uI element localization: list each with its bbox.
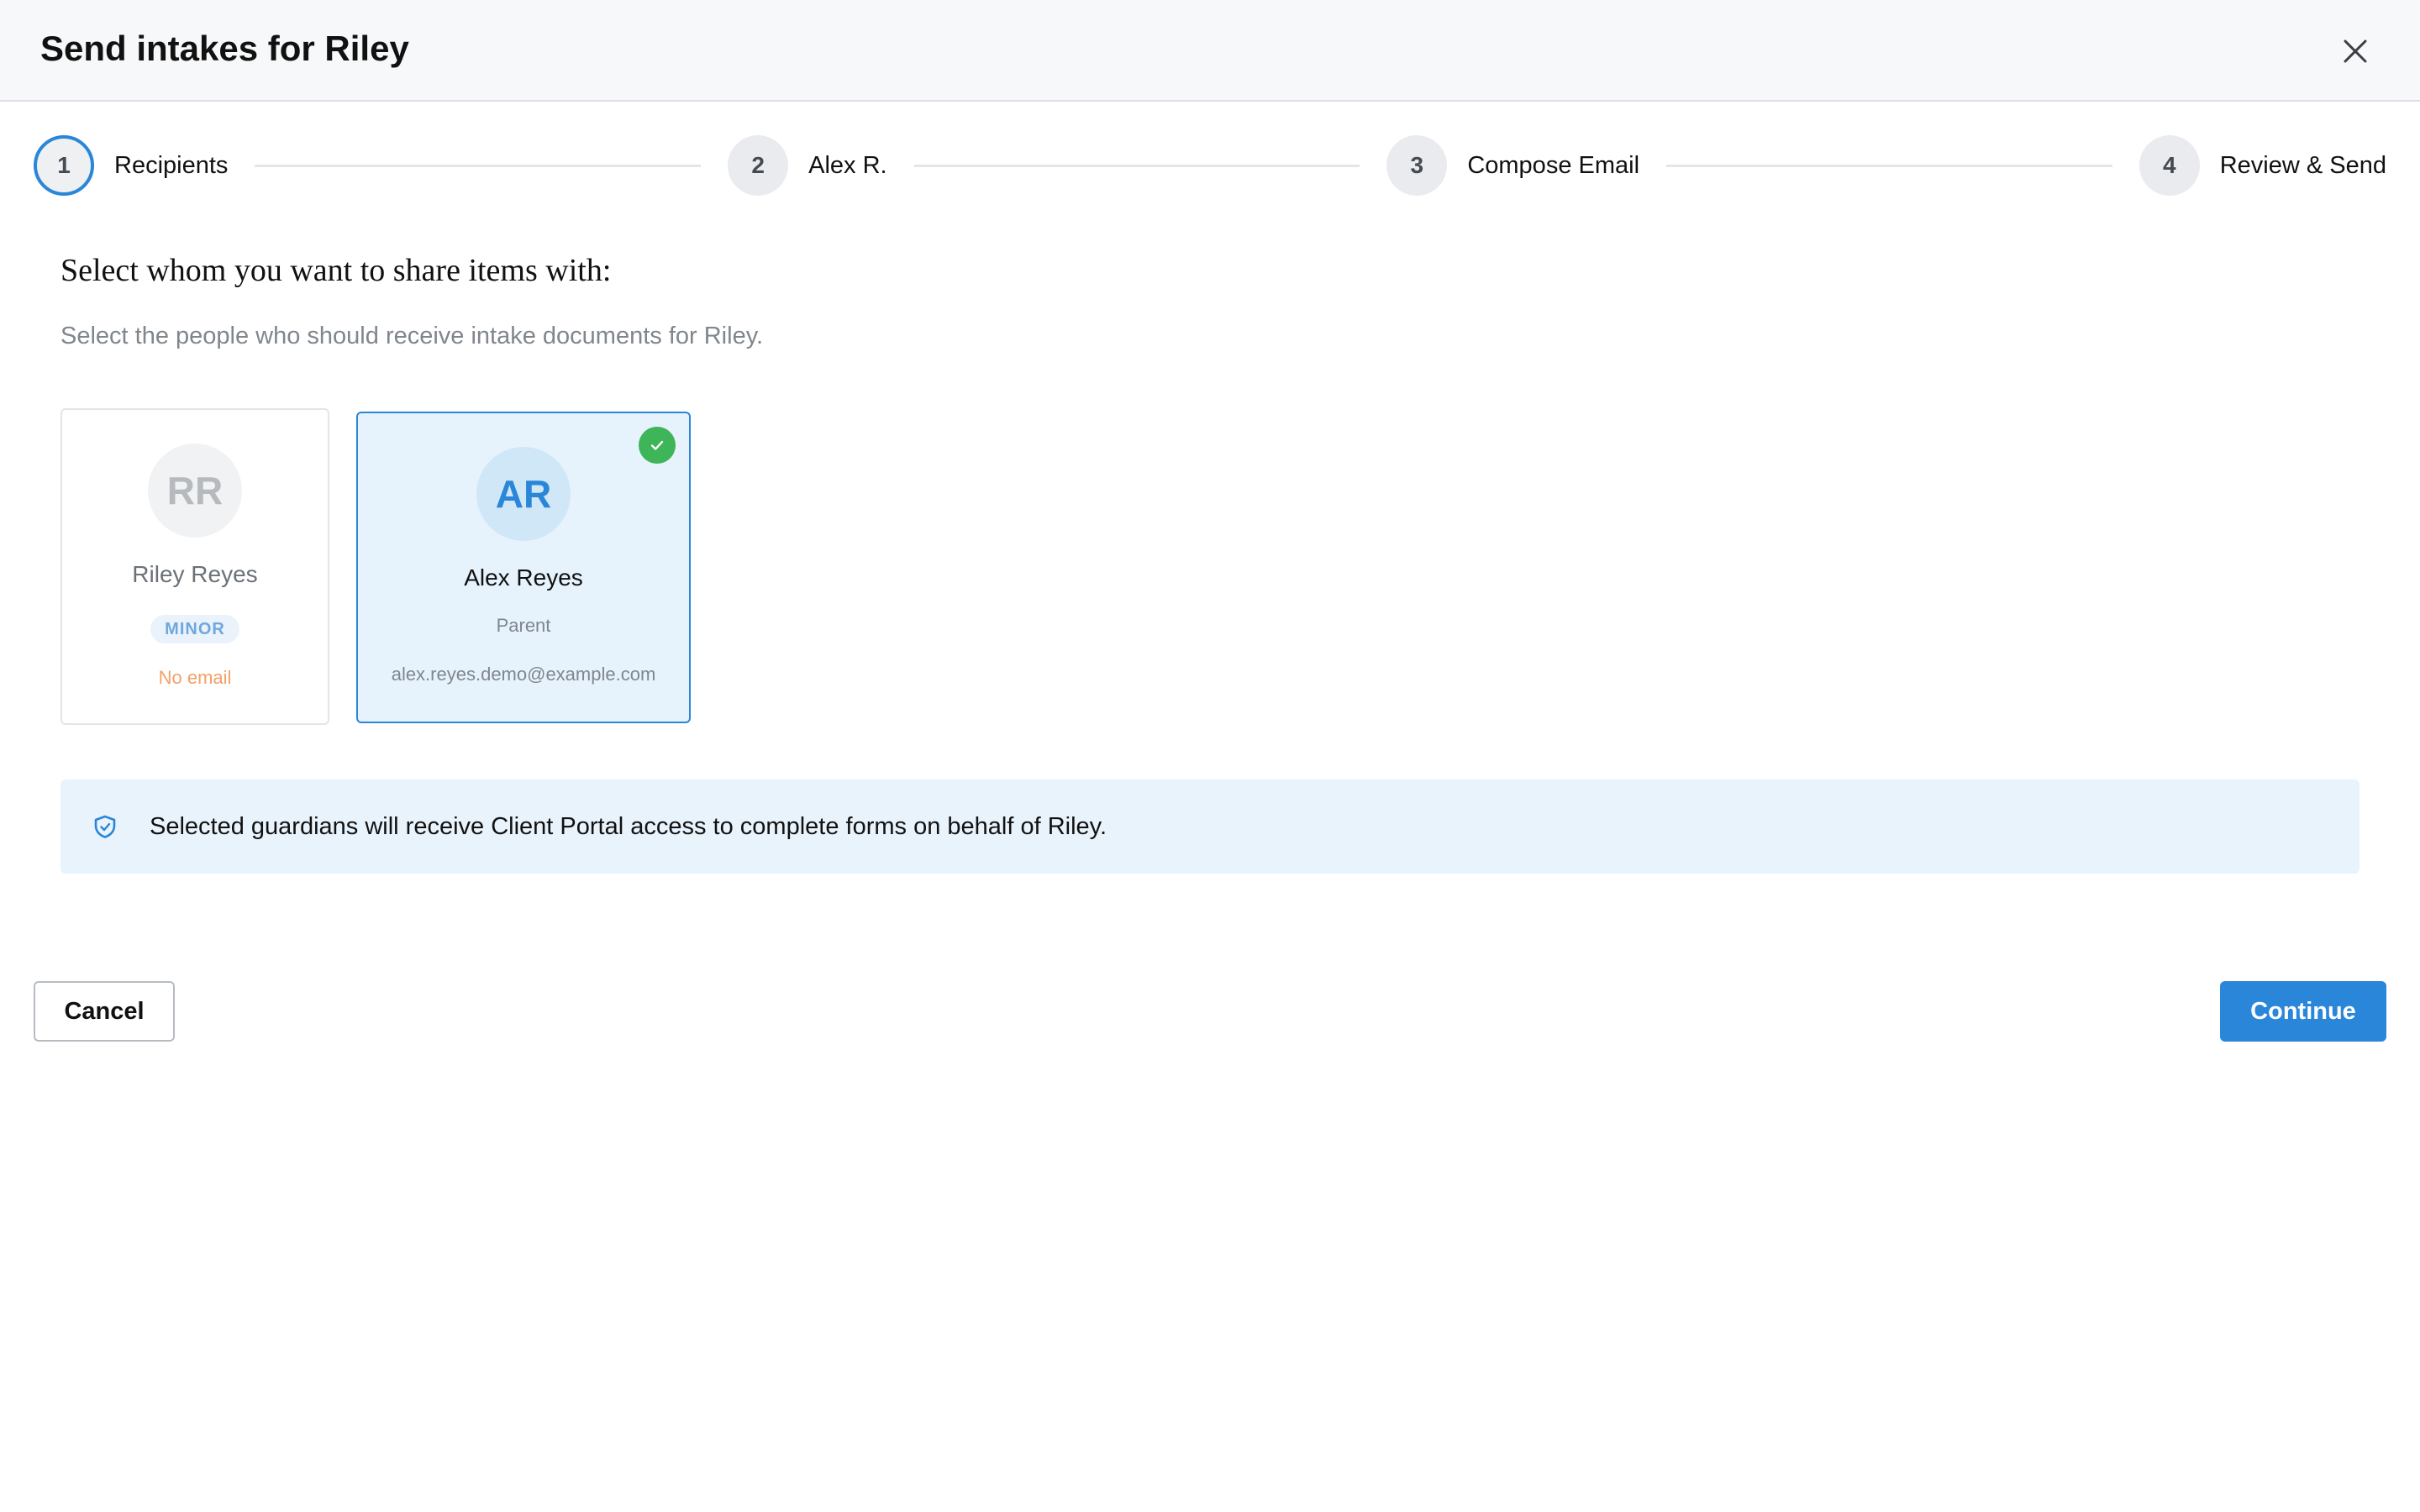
- no-email-warning: No email: [158, 667, 232, 688]
- stepper: 1 Recipients 2 Alex R. 3 Compose Email 4…: [34, 134, 2386, 197]
- recipient-email: alex.reyes.demo@example.com: [391, 664, 656, 685]
- section-subheading: Select the people who should receive int…: [60, 323, 764, 349]
- step-connector: [1666, 164, 2112, 167]
- shield-icon: [91, 812, 119, 841]
- recipient-role: Parent: [496, 615, 551, 636]
- section-heading: Select whom you want to share items with…: [60, 253, 612, 288]
- step-number: 2: [728, 135, 789, 196]
- minor-badge: MINOR: [150, 615, 239, 643]
- dialog-header: Send intakes for Riley: [0, 0, 2420, 102]
- step-label: Recipients: [114, 151, 229, 179]
- info-banner-text: Selected guardians will receive Client P…: [150, 812, 1107, 840]
- recipient-card-alex[interactable]: AR Alex Reyes Parent alex.reyes.demo@exa…: [356, 412, 691, 723]
- step-connector: [255, 164, 702, 167]
- step-label: Compose Email: [1467, 151, 1640, 179]
- cancel-button[interactable]: Cancel: [34, 981, 175, 1042]
- step-number: 1: [34, 135, 94, 196]
- close-icon: [2344, 39, 2367, 63]
- step-label: Review & Send: [2219, 151, 2387, 179]
- check-circle-icon: [650, 440, 664, 450]
- avatar: AR: [476, 447, 571, 541]
- step-review-send[interactable]: 4 Review & Send: [2139, 135, 2386, 196]
- recipient-name: Alex Reyes: [464, 564, 583, 591]
- step-compose-email[interactable]: 3 Compose Email: [1386, 135, 1639, 196]
- step-recipients[interactable]: 1 Recipients: [34, 135, 228, 196]
- step-number: 3: [1386, 135, 1448, 196]
- send-intakes-dialog: Send intakes for Riley 1 Recipients 2 Al…: [0, 0, 2420, 1512]
- step-alex-r[interactable]: 2 Alex R.: [728, 135, 887, 196]
- avatar: RR: [148, 444, 242, 538]
- step-connector: [913, 164, 1360, 167]
- continue-button[interactable]: Continue: [2220, 981, 2386, 1042]
- step-number: 4: [2139, 135, 2200, 196]
- close-button[interactable]: [2334, 30, 2376, 72]
- dialog-title: Send intakes for Riley: [40, 29, 409, 68]
- recipient-name: Riley Reyes: [132, 561, 258, 587]
- info-banner: Selected guardians will receive Client P…: [60, 780, 2360, 874]
- recipient-card-riley: RR Riley Reyes MINOR No email: [60, 408, 329, 725]
- step-label: Alex R.: [808, 151, 887, 179]
- selected-check-badge: [639, 427, 676, 464]
